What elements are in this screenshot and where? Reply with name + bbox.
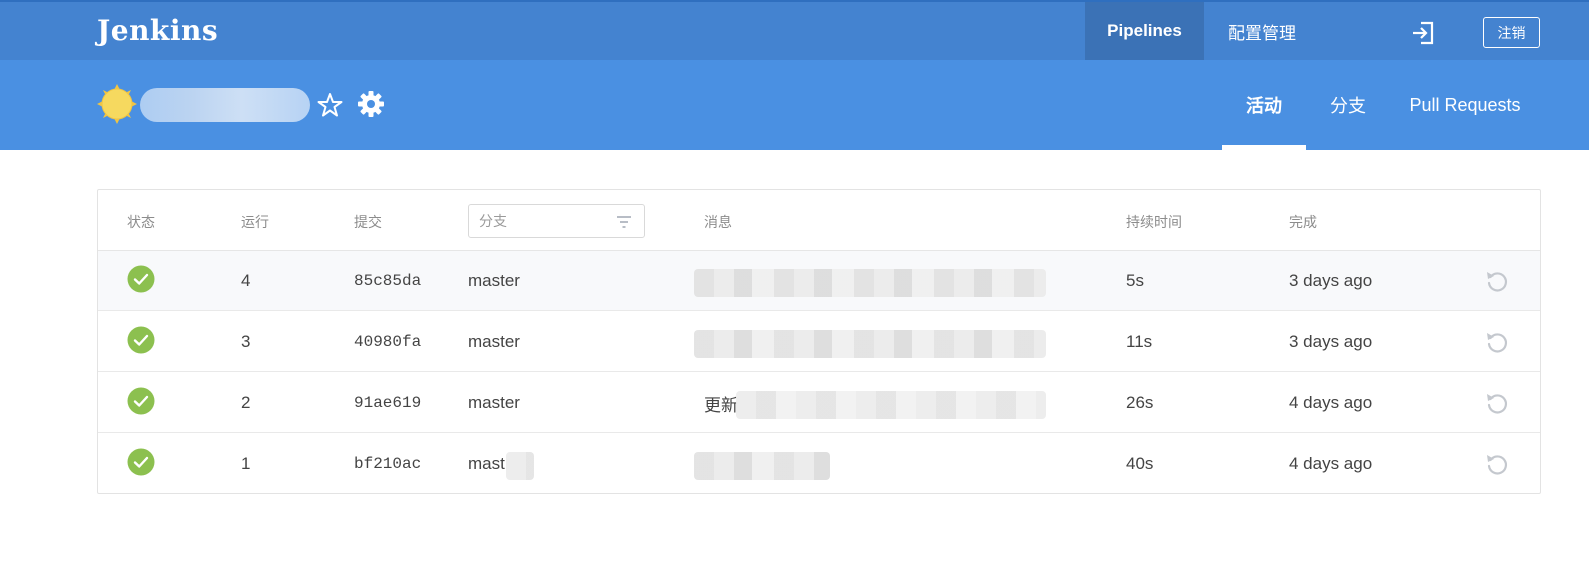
- success-check-icon: [127, 448, 155, 476]
- weather-sunny-icon: [97, 84, 137, 124]
- header-status: 状态: [127, 214, 155, 230]
- redacted-message: [694, 269, 1046, 297]
- success-check-icon: [127, 265, 155, 293]
- branch-name: master: [468, 393, 520, 412]
- commit-id[interactable]: 85c85da: [354, 251, 421, 311]
- top-bar: Jenkins Pipelines 配置管理 注销: [0, 0, 1589, 60]
- run-number: 4: [241, 271, 251, 290]
- completed-time: 3 days ago: [1289, 271, 1373, 290]
- header-completed: 完成: [1289, 214, 1317, 230]
- pipeline-name[interactable]: [140, 88, 310, 122]
- commit-id[interactable]: 40980fa: [354, 312, 421, 372]
- header-message: 消息: [704, 214, 732, 230]
- replay-icon[interactable]: [1484, 390, 1510, 416]
- header-run: 运行: [241, 214, 269, 230]
- commit-message: 更新: [704, 395, 738, 415]
- branch-name: master: [468, 332, 520, 351]
- branch-filter-input[interactable]: [469, 205, 599, 237]
- logout-button[interactable]: 注销: [1483, 17, 1540, 48]
- header-duration: 持续时间: [1126, 214, 1182, 230]
- table-row[interactable]: 2 91ae619 master 更新 26s 4 days ago: [98, 373, 1540, 433]
- replay-icon[interactable]: [1484, 268, 1510, 294]
- redacted-message: [736, 391, 1046, 419]
- branch-name: master: [468, 271, 520, 290]
- nav-config[interactable]: 配置管理: [1204, 2, 1320, 60]
- duration: 11s: [1126, 332, 1153, 351]
- header-commit: 提交: [354, 214, 382, 230]
- table-header: 状态 运行 提交 消息 持续时间 完成: [98, 190, 1540, 251]
- table-row[interactable]: 3 40980fa master 11s 3 days ago: [98, 312, 1540, 372]
- branch-name: mast: [468, 454, 505, 473]
- run-number: 3: [241, 332, 251, 351]
- favorite-star-icon[interactable]: [317, 92, 343, 118]
- table-row[interactable]: 4 85c85da master 5s 3 days ago: [98, 251, 1540, 311]
- exit-icon[interactable]: [1410, 20, 1436, 46]
- run-number: 1: [241, 454, 251, 473]
- jenkins-logo[interactable]: Jenkins: [97, 14, 218, 47]
- tab-activity[interactable]: 活动: [1222, 60, 1306, 150]
- tab-branches[interactable]: 分支: [1318, 60, 1378, 150]
- commit-id[interactable]: 91ae619: [354, 373, 421, 433]
- run-number: 2: [241, 393, 251, 412]
- commit-id[interactable]: bf210ac: [354, 434, 421, 494]
- filter-icon[interactable]: [616, 215, 632, 229]
- pipeline-header: 活动 分支 Pull Requests: [0, 60, 1589, 150]
- completed-time: 4 days ago: [1289, 454, 1373, 473]
- redacted-branch: [506, 452, 534, 480]
- duration: 40s: [1126, 454, 1154, 473]
- tab-pull-requests[interactable]: Pull Requests: [1400, 60, 1530, 150]
- duration: 5s: [1126, 271, 1144, 290]
- nav-pipelines[interactable]: Pipelines: [1085, 2, 1204, 60]
- branch-filter[interactable]: [468, 204, 645, 238]
- completed-time: 4 days ago: [1289, 393, 1373, 412]
- table-row[interactable]: 1 bf210ac mast 40s 4 days ago: [98, 434, 1540, 494]
- replay-icon[interactable]: [1484, 451, 1510, 477]
- redacted-message: [694, 452, 830, 480]
- duration: 26s: [1126, 393, 1154, 412]
- completed-time: 3 days ago: [1289, 332, 1373, 351]
- replay-icon[interactable]: [1484, 329, 1510, 355]
- activity-table: 状态 运行 提交 消息 持续时间 完成 4 85c85da master 5s …: [97, 189, 1541, 494]
- settings-gear-icon[interactable]: [357, 90, 385, 118]
- success-check-icon: [127, 387, 155, 415]
- success-check-icon: [127, 326, 155, 354]
- redacted-message: [694, 330, 1046, 358]
